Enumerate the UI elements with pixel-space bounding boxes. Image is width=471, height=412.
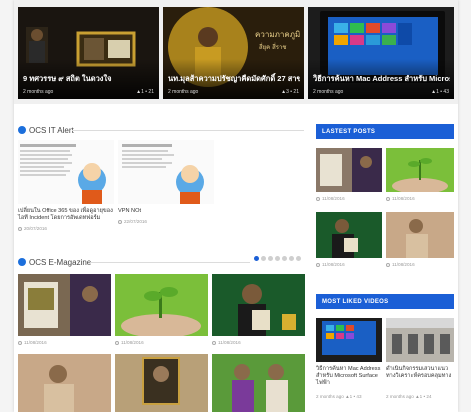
ocs-alert-heading: OCS IT Alert bbox=[18, 124, 74, 136]
carousel-dot[interactable] bbox=[296, 256, 301, 261]
latest-image bbox=[316, 212, 382, 258]
liked-caption[interactable]: วิธีการค้นหา Mac Address สำหรับ Microsof… bbox=[316, 366, 382, 387]
magazine-image bbox=[212, 354, 305, 412]
liked-time: 2 months ago ▲1 • 24 bbox=[386, 394, 432, 399]
featured-card[interactable]: วิธีการค้นหา Mac Address สำหรับ Microsof… bbox=[308, 7, 454, 99]
featured-card[interactable]: 9 ทศวรรษ ๙ สถิต ในดวงใจ 2 months ago ▲1 •… bbox=[18, 7, 159, 99]
carousel-dot[interactable] bbox=[289, 256, 294, 261]
magazine-thumb[interactable] bbox=[115, 274, 208, 336]
divider bbox=[72, 130, 304, 131]
alert-image bbox=[118, 140, 214, 204]
magazine-image bbox=[115, 354, 208, 412]
latest-thumb[interactable] bbox=[386, 148, 454, 192]
alert-image bbox=[18, 140, 114, 204]
magazine-thumb[interactable] bbox=[18, 354, 111, 412]
liked-image bbox=[316, 318, 382, 362]
featured-title[interactable]: 9 ทศวรรษ ๙ สถิต ในดวงใจ bbox=[23, 73, 155, 85]
latest-posts-header: LASTEST POSTS bbox=[316, 124, 454, 139]
magazine-thumb[interactable] bbox=[115, 354, 208, 412]
magazine-thumb[interactable] bbox=[212, 354, 305, 412]
magazine-thumb[interactable] bbox=[212, 274, 305, 336]
liked-image bbox=[386, 318, 454, 362]
section-icon bbox=[18, 258, 26, 266]
liked-thumb[interactable] bbox=[386, 318, 454, 362]
clock-icon bbox=[386, 196, 390, 201]
carousel-dot[interactable] bbox=[268, 256, 273, 261]
magazine-date: 11/08/2016 bbox=[18, 340, 47, 345]
svg-text:สี่ยุค สี่ราช: สี่ยุค สี่ราช bbox=[259, 43, 287, 51]
clock-icon bbox=[386, 262, 390, 267]
featured-strip: 9 ทศวรรษ ๙ สถิต ในดวงใจ 2 months ago ▲1 •… bbox=[14, 0, 458, 104]
featured-meta: 2 months ago ▲1 • 43 bbox=[313, 89, 449, 95]
magazine-date: 11/08/2016 bbox=[212, 340, 241, 345]
magazine-image bbox=[18, 354, 111, 412]
divider bbox=[90, 262, 250, 263]
featured-title[interactable]: นท.มุลส้าความปรัชญาคืดมัดศักดิ์ 27 สาข bbox=[168, 73, 300, 85]
alert-date: 22/07/2016 bbox=[118, 219, 147, 224]
most-liked-header: MOST LIKED VIDEOS bbox=[316, 294, 454, 309]
alert-caption[interactable]: เปลี่ยนใน Office 365 ของ เพื่อดูอายุของ … bbox=[18, 208, 114, 222]
carousel-dot[interactable] bbox=[282, 256, 287, 261]
featured-title[interactable]: วิธีการค้นหา Mac Address สำหรับ Microsof… bbox=[313, 73, 450, 85]
latest-date: 11/08/2016 bbox=[316, 196, 345, 201]
latest-image bbox=[386, 148, 454, 192]
magazine-date: 11/08/2016 bbox=[115, 340, 144, 345]
carousel-dot[interactable] bbox=[261, 256, 266, 261]
featured-card[interactable]: ความภาคภูมิ สี่ยุค สี่ราช นท.มุลส้าความป… bbox=[163, 7, 304, 99]
clock-icon bbox=[316, 196, 320, 201]
liked-caption[interactable]: ดำเนินกิจกรรมเสวนาแนว ทางวิเคราะห์ครอบคล… bbox=[386, 366, 454, 380]
latest-date: 11/08/2016 bbox=[386, 262, 415, 267]
clock-icon bbox=[316, 262, 320, 267]
svg-text:ความภาคภูมิ: ความภาคภูมิ bbox=[255, 30, 300, 40]
magazine-image bbox=[18, 274, 111, 336]
carousel-dot[interactable] bbox=[254, 256, 259, 261]
clock-icon bbox=[18, 340, 22, 345]
latest-thumb[interactable] bbox=[316, 148, 382, 192]
alert-thumb[interactable] bbox=[118, 140, 214, 204]
section-icon bbox=[18, 126, 26, 134]
clock-icon bbox=[212, 340, 216, 345]
latest-date: 11/08/2016 bbox=[386, 196, 415, 201]
featured-meta: 2 months ago ▲1 • 21 bbox=[23, 89, 154, 95]
clock-icon bbox=[115, 340, 119, 345]
liked-thumb[interactable] bbox=[316, 318, 382, 362]
alert-date: 20/07/2016 bbox=[18, 226, 47, 231]
magazine-image bbox=[212, 274, 305, 336]
magazine-image bbox=[115, 274, 208, 336]
page: 9 ทศวรรษ ๙ สถิต ในดวงใจ 2 months ago ▲1 •… bbox=[14, 0, 458, 412]
latest-image bbox=[386, 212, 454, 258]
clock-icon bbox=[118, 219, 122, 224]
alert-thumb[interactable] bbox=[18, 140, 114, 204]
carousel-dots[interactable] bbox=[254, 256, 301, 261]
latest-date: 11/08/2016 bbox=[316, 262, 345, 267]
liked-time: 2 months ago ▲1 • 43 bbox=[316, 394, 362, 399]
clock-icon bbox=[18, 226, 22, 231]
latest-image bbox=[316, 148, 382, 192]
carousel-dot[interactable] bbox=[275, 256, 280, 261]
alert-caption[interactable]: VPN NOt bbox=[118, 208, 214, 215]
featured-meta: 2 months ago ▲3 • 21 bbox=[168, 89, 299, 95]
latest-thumb[interactable] bbox=[316, 212, 382, 258]
magazine-heading: OCS E-Magazine bbox=[18, 256, 91, 268]
magazine-thumb[interactable] bbox=[18, 274, 111, 336]
latest-thumb[interactable] bbox=[386, 212, 454, 258]
